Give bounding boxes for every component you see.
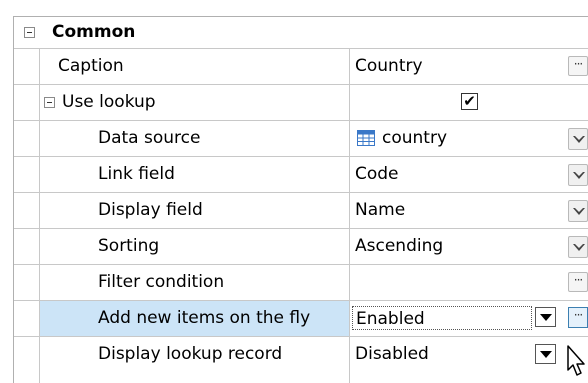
property-name-cell[interactable]: Display lookup record (40, 337, 350, 383)
category-common[interactable]: Common (14, 17, 588, 49)
display-lookup-record-value[interactable]: Disabled (355, 344, 429, 364)
property-value-cell[interactable]: ··· (350, 265, 588, 300)
sorting-value[interactable]: Ascending (355, 236, 443, 256)
property-name: Caption (58, 56, 124, 76)
dropdown-button[interactable] (568, 236, 588, 258)
row-add-new-items[interactable]: Add new items on the fly Enabled ··· (14, 301, 588, 337)
row-data-source[interactable]: Data source country (14, 121, 588, 157)
data-source-value[interactable]: country (382, 128, 447, 148)
property-value-cell[interactable]: Ascending (350, 229, 588, 264)
add-new-items-editor[interactable]: Enabled (352, 306, 532, 330)
row-sorting[interactable]: Sorting Ascending (14, 229, 588, 265)
dropdown-button[interactable] (568, 128, 588, 150)
property-name-cell[interactable]: Display field (40, 193, 350, 228)
collapse-icon[interactable] (24, 27, 35, 38)
property-name-cell[interactable]: Data source (40, 121, 350, 156)
caption-value[interactable]: Country (355, 56, 423, 76)
property-value-cell[interactable]: Code (350, 157, 588, 192)
mouse-pointer-icon (567, 345, 585, 376)
add-new-items-value[interactable]: Enabled (356, 309, 425, 329)
ellipsis-button[interactable]: ··· (568, 272, 588, 292)
property-value-cell[interactable]: Name (350, 193, 588, 228)
property-name-cell[interactable]: Sorting (40, 229, 350, 264)
property-value-cell[interactable]: Disabled (350, 337, 588, 372)
property-name-cell[interactable]: Link field (40, 157, 350, 192)
dropdown-button[interactable] (568, 164, 588, 186)
category-label: Common (52, 22, 136, 42)
property-value-cell[interactable]: ✔ (350, 85, 588, 120)
property-value-cell[interactable]: country (350, 121, 588, 156)
property-name: Data source (98, 128, 201, 148)
row-link-field[interactable]: Link field Code (14, 157, 588, 193)
property-name-cell[interactable]: Filter condition (40, 265, 350, 300)
property-name: Use lookup (62, 92, 156, 112)
property-name: Display lookup record (98, 344, 283, 364)
property-name: Sorting (98, 236, 160, 256)
table-icon (357, 130, 375, 146)
property-name-cell[interactable]: Use lookup (40, 85, 350, 120)
property-name-cell[interactable]: Caption (40, 49, 350, 84)
ellipsis-button[interactable]: ··· (568, 307, 588, 328)
property-name: Filter condition (98, 272, 225, 292)
property-name-cell[interactable]: Add new items on the fly (40, 301, 350, 336)
row-filter-condition[interactable]: Filter condition ··· (14, 265, 588, 301)
row-caption[interactable]: Caption Country ··· (14, 49, 588, 85)
collapse-icon[interactable] (44, 97, 55, 108)
ellipsis-button[interactable]: ··· (568, 56, 588, 76)
property-value-cell[interactable]: Enabled ··· (350, 301, 588, 336)
property-name: Link field (98, 164, 175, 184)
use-lookup-checkbox[interactable]: ✔ (461, 93, 478, 110)
property-value-cell[interactable]: Country ··· (350, 49, 588, 84)
dropdown-button[interactable] (568, 200, 588, 222)
row-use-lookup[interactable]: Use lookup ✔ (14, 85, 588, 121)
dropdown-button[interactable] (535, 307, 556, 327)
row-display-field[interactable]: Display field Name (14, 193, 588, 229)
link-field-value[interactable]: Code (355, 164, 399, 184)
property-name: Add new items on the fly (98, 308, 311, 328)
property-name: Display field (98, 200, 203, 220)
row-display-lookup-record[interactable]: Display lookup record Disabled (14, 337, 588, 383)
property-grid: Common Caption Country ··· Use lookup ✔ … (0, 0, 588, 383)
dropdown-button[interactable] (535, 344, 556, 364)
display-field-value[interactable]: Name (355, 200, 405, 220)
